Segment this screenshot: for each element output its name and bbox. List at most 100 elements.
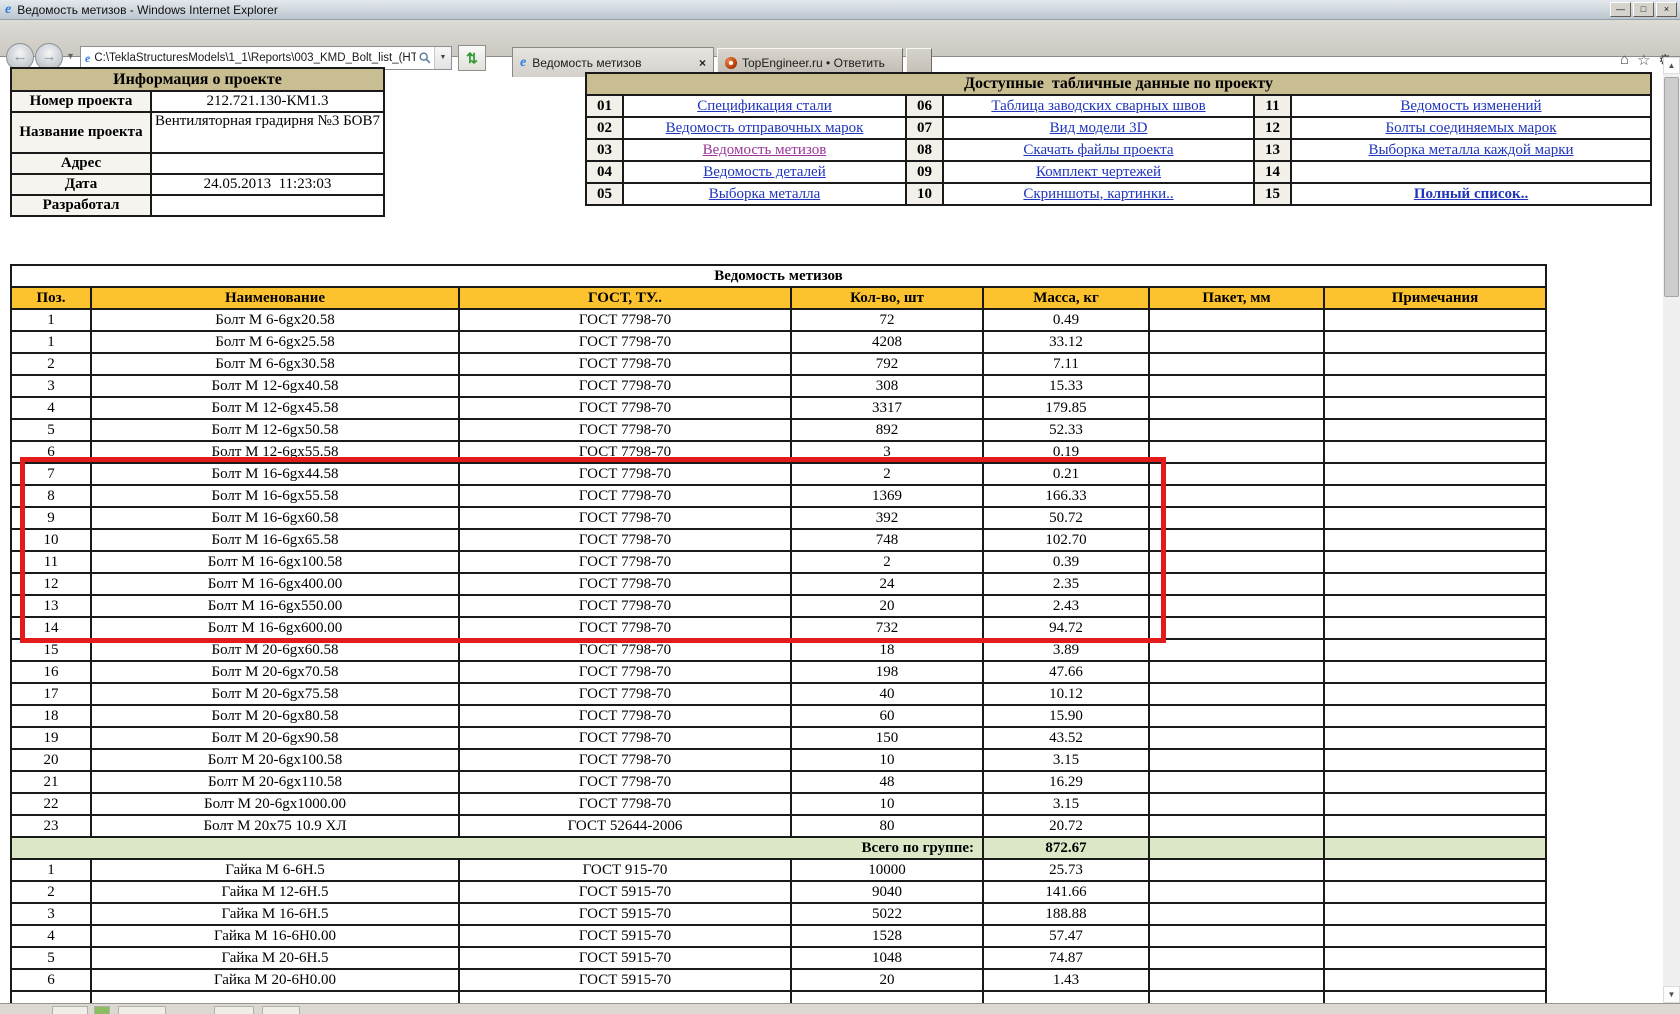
project-field-value: 212.721.130-КМ1.3 — [151, 91, 384, 112]
bolt-cell: 2.43 — [983, 595, 1149, 617]
bolt-cell: 102.70 — [983, 529, 1149, 551]
bolt-cell — [1149, 441, 1324, 463]
bolt-cell: 20 — [791, 595, 983, 617]
bolt-cell: ГОСТ 7798-70 — [459, 397, 791, 419]
bolt-cell: 10000 — [791, 859, 983, 881]
bolt-cell — [1324, 507, 1546, 529]
doc-link[interactable]: Полный список.. — [1414, 186, 1528, 202]
project-info-title: Информация о проекте — [11, 68, 384, 91]
bolt-cell — [1324, 705, 1546, 727]
bolt-cell: 48 — [791, 771, 983, 793]
link-cell: Ведомость метизов — [623, 139, 906, 161]
links-table-row: 05Выборка металла10Скриншоты, картинки..… — [586, 183, 1651, 205]
bolt-cell: 5 — [11, 947, 91, 969]
bolt-cell — [1324, 309, 1546, 331]
bolt-column-header: Пакет, мм — [1149, 287, 1324, 309]
doc-link[interactable]: Ведомость изменений — [1400, 98, 1541, 114]
bolt-table-row: 4Гайка М 16-6Н0.00ГОСТ 5915-70152857.47 — [11, 925, 1546, 947]
bolt-cell — [1324, 727, 1546, 749]
bolt-cell — [1149, 573, 1324, 595]
maximize-button[interactable]: □ — [1633, 2, 1654, 17]
doc-link[interactable]: Выборка металла — [709, 186, 821, 202]
bolt-cell — [1324, 969, 1546, 991]
doc-link[interactable]: Спецификация стали — [697, 98, 832, 114]
bolt-cell — [1324, 485, 1546, 507]
links-table-row: 04Ведомость деталей09Комплект чертежей14 — [586, 161, 1651, 183]
link-number: 14 — [1254, 161, 1291, 183]
doc-link[interactable]: Ведомость отправочных марок — [666, 120, 864, 136]
bolt-table-row: 3Болт М 12-6gx40.58ГОСТ 7798-7030815.33 — [11, 375, 1546, 397]
bolt-cell: ГОСТ 7798-70 — [459, 551, 791, 573]
bolt-cell: Болт М 16-6gx44.58 — [91, 463, 459, 485]
vertical-scrollbar[interactable]: ▲ ▼ — [1663, 57, 1680, 1003]
tab-close-icon[interactable]: × — [699, 56, 706, 70]
search-icon[interactable] — [418, 50, 432, 66]
bolt-cell: 17 — [11, 683, 91, 705]
refresh-button[interactable]: ⇅ — [458, 45, 486, 71]
taskbar-button-fragment[interactable] — [52, 1006, 88, 1014]
bolt-column-header: ГОСТ, ТУ.. — [459, 287, 791, 309]
bolt-cell: 150 — [791, 727, 983, 749]
scrollbar-thumb[interactable] — [1664, 77, 1679, 297]
bolt-cell: Болт М 20-6gx80.58 — [91, 705, 459, 727]
bolt-cell: 74.87 — [983, 947, 1149, 969]
link-number: 04 — [586, 161, 623, 183]
doc-link[interactable]: Вид модели 3D — [1050, 120, 1148, 136]
bolt-cell: 20 — [11, 749, 91, 771]
group-total-label: Всего по группе: — [11, 837, 983, 859]
bolt-cell: 16.29 — [983, 771, 1149, 793]
bolt-cell — [1149, 947, 1324, 969]
bolt-table-row: 22Болт М 20-6gx1000.00ГОСТ 7798-70103.15 — [11, 793, 1546, 815]
doc-link[interactable]: Ведомость метизов — [703, 142, 827, 158]
bolt-cell — [1324, 595, 1546, 617]
bolt-cell: ГОСТ 5915-70 — [459, 969, 791, 991]
bolt-table-body: 1Болт М 6-6gx20.58ГОСТ 7798-70720.491Бол… — [11, 309, 1546, 1014]
bolt-cell — [1324, 837, 1546, 859]
bolt-cell: 1.43 — [983, 969, 1149, 991]
bolt-cell: 0.21 — [983, 463, 1149, 485]
bolt-cell: 1369 — [791, 485, 983, 507]
scroll-up-icon[interactable]: ▲ — [1663, 57, 1680, 74]
address-dropdown-button[interactable]: ▼ — [434, 47, 451, 69]
history-dropdown-icon[interactable]: ▼ — [66, 51, 75, 61]
bolt-cell: 308 — [791, 375, 983, 397]
doc-link[interactable]: Таблица заводских сварных швов — [991, 98, 1205, 114]
doc-link[interactable]: Ведомость деталей — [703, 164, 825, 180]
scroll-down-icon[interactable]: ▼ — [1663, 986, 1680, 1003]
taskbar-button-fragment[interactable] — [118, 1006, 166, 1014]
bolt-cell: 0.39 — [983, 551, 1149, 573]
bolt-cell: 0.49 — [983, 309, 1149, 331]
doc-link[interactable]: Выборка металла каждой марки — [1368, 142, 1573, 158]
bolt-cell: ГОСТ 915-70 — [459, 859, 791, 881]
bolt-table-row: 21Болт М 20-6gx110.58ГОСТ 7798-704816.29 — [11, 771, 1546, 793]
bolt-cell — [1149, 793, 1324, 815]
doc-link[interactable]: Болты соединяемых марок — [1386, 120, 1557, 136]
favorites-star-icon[interactable]: ☆ — [1637, 51, 1650, 69]
tab-label: TopEngineer.ru • Ответить — [742, 56, 895, 70]
bolt-cell: 22 — [11, 793, 91, 815]
doc-link[interactable]: Скачать файлы проекта — [1023, 142, 1173, 158]
close-button[interactable]: × — [1656, 2, 1677, 17]
taskbar-button-fragment[interactable] — [94, 1006, 110, 1014]
bolt-cell — [1324, 859, 1546, 881]
minimize-button[interactable]: — — [1610, 2, 1631, 17]
bolt-cell: ГОСТ 5915-70 — [459, 881, 791, 903]
bolt-cell: 19 — [11, 727, 91, 749]
bolt-cell: 14 — [11, 617, 91, 639]
taskbar-button-fragment[interactable] — [214, 1006, 254, 1014]
address-text[interactable]: C:\TeklaStructuresModels\1_1\Reports\003… — [94, 52, 416, 64]
doc-link[interactable]: Комплект чертежей — [1036, 164, 1161, 180]
bolt-cell: Болт М 20х75 10.9 ХЛ — [91, 815, 459, 837]
bolt-table-row: 2Гайка М 12-6Н.5ГОСТ 5915-709040141.66 — [11, 881, 1546, 903]
bolt-table-row: 18Болт М 20-6gx80.58ГОСТ 7798-706015.90 — [11, 705, 1546, 727]
bolt-cell: Болт М 6-6gx30.58 — [91, 353, 459, 375]
bolt-cell — [1149, 309, 1324, 331]
bolt-cell: 7 — [11, 463, 91, 485]
bolt-cell: 732 — [791, 617, 983, 639]
bolt-cell: ГОСТ 7798-70 — [459, 485, 791, 507]
tab-label: Ведомость метизов — [532, 56, 693, 70]
taskbar-button-fragment[interactable] — [262, 1006, 300, 1014]
home-icon[interactable]: ⌂ — [1620, 51, 1629, 69]
bolt-cell: 21 — [11, 771, 91, 793]
doc-link[interactable]: Скриншоты, картинки.. — [1023, 186, 1173, 202]
